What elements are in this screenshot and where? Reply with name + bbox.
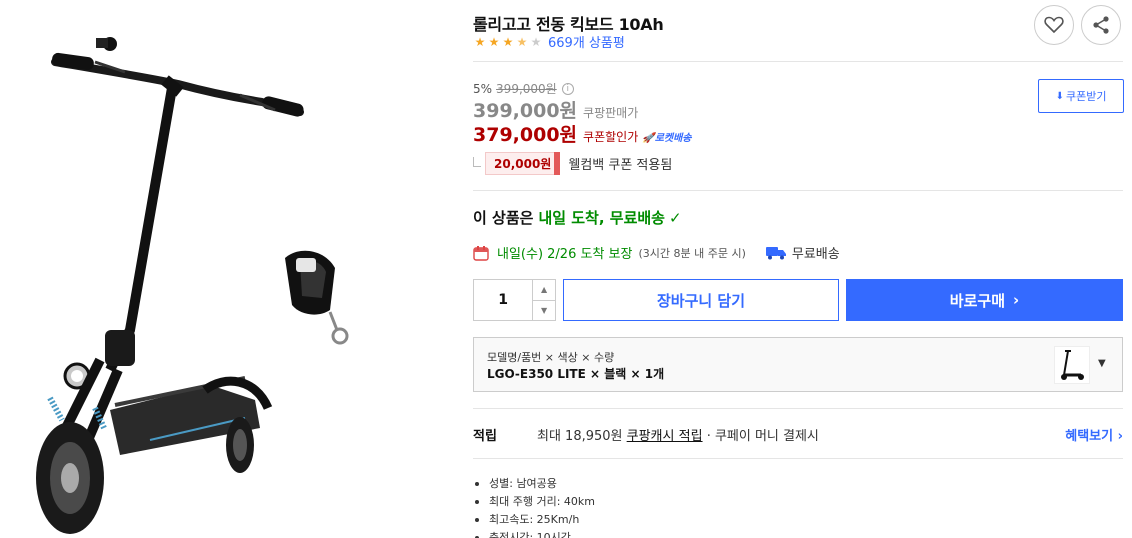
points-text: 최대 18,950원 쿠팡캐시 적립 · 쿠페이 머니 결제시 [537, 425, 819, 444]
spec-item: 성별: 남여공용 [475, 475, 595, 493]
sale-price-label: 쿠팡판매가 [583, 106, 639, 120]
view-benefits-label: 혜택보기 [1065, 429, 1114, 444]
quantity-input[interactable]: 1 [474, 280, 534, 320]
welcome-coupon-badge: 20,000원 [485, 152, 561, 175]
option-selector[interactable]: 모델명/품번 × 색상 × 수량 LGO-E350 LITE × 블랙 × 1개… [473, 337, 1123, 392]
calendar-icon [473, 245, 489, 261]
divider [473, 408, 1123, 409]
welcome-coupon-row: 20,000원 웰컴백 쿠폰 적용됨 [473, 152, 672, 175]
sale-price: 399,000원 [473, 100, 578, 122]
delivery-head-prefix: 이 상품은 [473, 209, 534, 227]
star-icon: ★ [502, 34, 514, 49]
spec-item: 최대 주행 거리: 40km [475, 493, 595, 511]
corner-mark [473, 156, 481, 167]
chevron-up-icon: ▲ [541, 285, 548, 295]
star-empty-icon: ★ [530, 34, 542, 49]
product-image [0, 0, 430, 538]
star-icon: ★ [474, 34, 486, 49]
chevron-right-icon: › [1117, 429, 1123, 444]
rocket-delivery-label: 로켓배송 [654, 133, 692, 144]
product-rating[interactable]: ★ ★ ★ ★ ★ 669개 상품평 [473, 32, 625, 52]
free-shipping-label: 무료배송 [791, 247, 840, 262]
coupon-price-row: 379,000원 쿠폰할인가 🚀로켓배송 [473, 120, 692, 147]
divider [473, 190, 1123, 191]
share-button[interactable] [1081, 5, 1121, 45]
download-coupon-label: 쿠폰받기 [1065, 90, 1107, 103]
points-amount: 최대 18,950원 [537, 429, 623, 444]
coupang-cash-link[interactable]: 쿠팡캐시 적립 [627, 429, 703, 444]
truck-icon [765, 246, 786, 259]
share-icon [1093, 16, 1109, 34]
option-thumbnail [1054, 346, 1090, 384]
star-icon: ★ [488, 34, 500, 49]
rocket-icon: 🚀 [642, 133, 655, 144]
check-icon: ✓ [668, 208, 682, 227]
arrival-guarantee: 내일(수) 2/26 도착 보장 [497, 247, 633, 262]
download-coupon-button[interactable]: ⬇ 쿠폰받기 [1038, 79, 1124, 113]
chevron-down-icon: ▼ [541, 305, 548, 315]
arrival-row: 내일(수) 2/26 도착 보장 (3시간 8분 내 주문 시) 무료배송 [473, 243, 840, 262]
spec-list: 성별: 남여공용 최대 주행 거리: 40km 최고속도: 25Km/h 충전시… [475, 475, 595, 538]
points-row: 적립 최대 18,950원 쿠팡캐시 적립 · 쿠페이 머니 결제시 혜택보기 … [473, 425, 1123, 444]
buy-now-button[interactable]: 바로구매 › [846, 279, 1123, 321]
divider [473, 458, 1123, 459]
chevron-right-icon: › [1013, 291, 1020, 309]
points-suffix: · 쿠페이 머니 결제시 [706, 429, 819, 444]
quantity-stepper[interactable]: 1 ▲ ▼ [473, 279, 556, 321]
scooter-thumbnail-icon [1061, 350, 1084, 380]
spec-item: 충전시간: 10시간 [475, 529, 595, 538]
wishlist-button[interactable] [1034, 5, 1074, 45]
discount-rate: 5% [473, 81, 493, 96]
original-price: 399,000원 [496, 82, 557, 96]
quantity-increase-button[interactable]: ▲ [533, 280, 555, 301]
rocket-delivery-badge: 🚀로켓배송 [642, 129, 691, 144]
rating-stars: ★ ★ ★ ★ ★ [473, 35, 543, 49]
quantity-arrows: ▲ ▼ [533, 280, 555, 320]
download-icon: ⬇ [1055, 90, 1064, 102]
buy-now-label: 바로구매 [949, 291, 1005, 310]
product-info: 롤리고고 전동 킥보드 10Ah ★ ★ ★ ★ ★ 669개 상품평 5% 3… [473, 0, 1124, 538]
discount-line: 5% 399,000원 i [473, 80, 574, 97]
review-count-link[interactable]: 669개 상품평 [548, 32, 625, 51]
add-to-cart-button[interactable]: 장바구니 담기 [563, 279, 839, 321]
welcome-coupon-text: 웰컴백 쿠폰 적용됨 [568, 158, 673, 173]
star-half-icon: ★ [516, 34, 528, 49]
option-header: 모델명/품번 × 색상 × 수량 [487, 351, 615, 364]
heart-icon [1044, 16, 1064, 34]
spec-item: 최고속도: 25Km/h [475, 511, 595, 529]
option-value: LGO-E350 LITE × 블랙 × 1개 [487, 367, 665, 381]
points-label: 적립 [473, 429, 497, 444]
arrival-cutoff: (3시간 8분 내 주문 시) [638, 246, 746, 260]
electric-scooter-image [36, 37, 349, 534]
view-benefits-link[interactable]: 혜택보기 › [1065, 425, 1123, 444]
info-icon[interactable]: i [561, 82, 574, 95]
sale-price-row: 399,000원 쿠팡판매가 [473, 96, 638, 123]
coupon-price-label: 쿠폰할인가 [583, 130, 639, 144]
delivery-headline: 이 상품은 내일 도착, 무료배송 ✓ [473, 207, 682, 228]
delivery-head-highlight: 내일 도착, 무료배송 [538, 209, 665, 227]
divider [473, 61, 1123, 62]
dropdown-arrow-icon[interactable]: ▼ [1098, 358, 1106, 369]
quantity-decrease-button[interactable]: ▼ [533, 301, 555, 321]
coupon-price: 379,000원 [473, 124, 578, 146]
